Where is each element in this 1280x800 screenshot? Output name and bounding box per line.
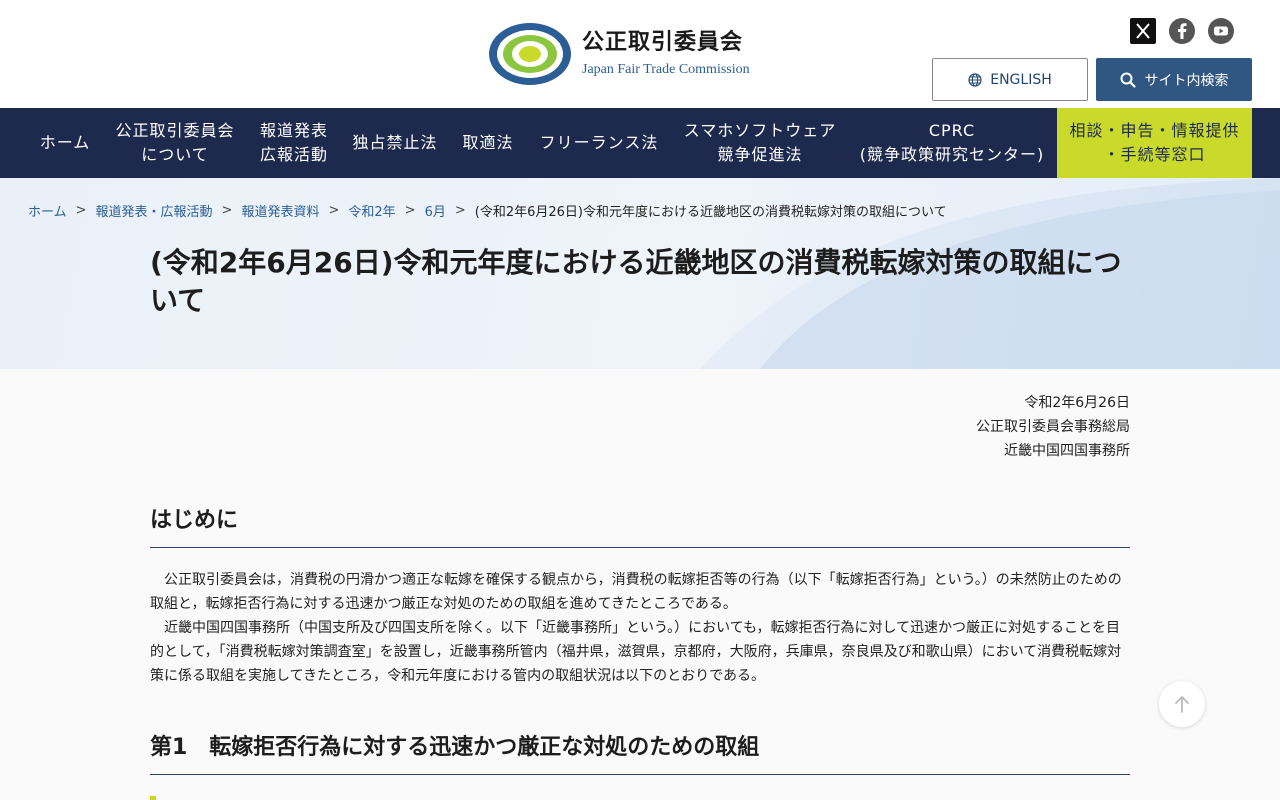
breadcrumb-separator: >	[221, 203, 233, 218]
site-search-button[interactable]: サイト内検索	[1096, 58, 1252, 101]
breadcrumb-home[interactable]: ホーム	[28, 201, 67, 220]
section-accent-bar	[150, 796, 156, 800]
intro-paragraph-1: 公正取引委員会は，消費税の円滑かつ適正な転嫁を確保する観点から，消費税の転嫁拒否…	[150, 572, 1122, 612]
issuer-org: 公正取引委員会事務総局	[976, 419, 1130, 435]
youtube-icon[interactable]	[1208, 18, 1234, 44]
logo-title: 公正取引委員会	[582, 30, 744, 55]
breadcrumb-separator: >	[404, 203, 416, 218]
jftc-emblem-icon	[489, 23, 571, 85]
site-logo[interactable]: 公正取引委員会 Japan Fair Trade Commission	[488, 22, 750, 86]
nav-item-press[interactable]: 報道発表 広報活動	[248, 108, 340, 178]
x-icon[interactable]	[1130, 18, 1156, 44]
breadcrumb-separator: >	[454, 203, 466, 218]
search-icon	[1120, 72, 1136, 88]
site-header: 公正取引委員会 Japan Fair Trade Commission ENGL…	[0, 0, 1280, 108]
nav-item-home[interactable]: ホーム	[28, 108, 102, 178]
breadcrumb-month[interactable]: 6月	[425, 201, 446, 220]
globe-icon	[968, 72, 982, 87]
nav-item-smartphone[interactable]: スマホソフトウェア 競争促進法	[672, 108, 848, 178]
logo-subtitle: Japan Fair Trade Commission	[582, 62, 750, 77]
nav-item-cprc[interactable]: CPRC (競争政策研究センター)	[852, 108, 1052, 178]
breadcrumb-separator: >	[75, 203, 87, 218]
breadcrumb: ホーム > 報道発表・広報活動 > 報道発表資料 > 令和2年 > 6月 > (…	[28, 201, 947, 220]
english-label: ENGLISH	[990, 71, 1052, 88]
publish-date: 令和2年6月26日	[1024, 395, 1130, 411]
breadcrumb-press-materials[interactable]: 報道発表資料	[241, 201, 319, 220]
nav-item-consultation[interactable]: 相談・申告・情報提供 ・手続等窓口	[1057, 108, 1252, 178]
arrow-up-icon	[1175, 696, 1189, 713]
nav-item-freelance[interactable]: フリーランス法	[530, 108, 668, 178]
breadcrumb-press[interactable]: 報道発表・広報活動	[96, 201, 213, 220]
breadcrumb-separator: >	[328, 203, 340, 218]
issuer-office: 近畿中国四国事務所	[1004, 443, 1130, 459]
facebook-icon[interactable]	[1169, 18, 1195, 44]
page-title: (令和2年6月26日)令和元年度における近畿地区の消費税転嫁対策の取組について	[150, 246, 1122, 317]
intro-heading: はじめに	[150, 505, 1130, 548]
social-links	[1130, 18, 1234, 44]
search-label: サイト内検索	[1144, 72, 1229, 89]
nav-item-subcontract[interactable]: 取適法	[452, 108, 524, 178]
title-band: ホーム > 報道発表・広報活動 > 報道発表資料 > 令和2年 > 6月 > (…	[0, 178, 1280, 369]
english-button[interactable]: ENGLISH	[932, 58, 1088, 101]
global-nav: ホーム 公正取引委員会 について 報道発表 広報活動 独占禁止法 取適法 フリー…	[0, 108, 1280, 178]
document-meta: 令和2年6月26日 公正取引委員会事務総局 近畿中国四国事務所	[976, 391, 1130, 463]
section1-heading: 第1 転嫁拒否行為に対する迅速かつ厳正な対処のための取組	[150, 732, 1130, 775]
back-to-top-button[interactable]	[1159, 681, 1205, 727]
nav-item-about[interactable]: 公正取引委員会 について	[106, 108, 244, 178]
intro-paragraph-2: 近畿中国四国事務所（中国支所及び四国支所を除く。以下「近畿事務所」という。）にお…	[150, 620, 1122, 684]
nav-item-antimonopoly[interactable]: 独占禁止法	[344, 108, 446, 178]
breadcrumb-year[interactable]: 令和2年	[348, 201, 395, 220]
breadcrumb-current: (令和2年6月26日)令和元年度における近畿地区の消費税転嫁対策の取組について	[474, 205, 947, 220]
